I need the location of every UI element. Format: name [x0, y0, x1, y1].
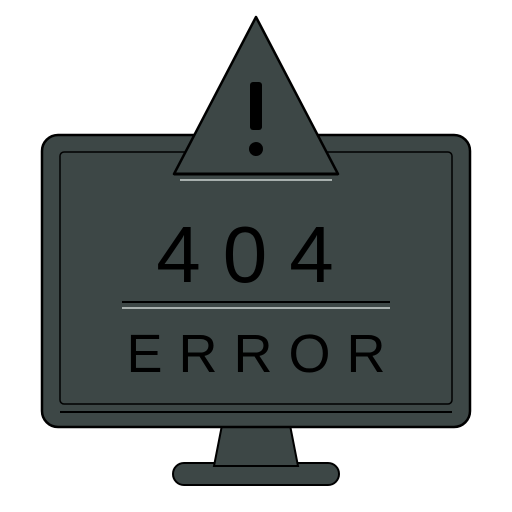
warning-triangle-icon [172, 15, 340, 181]
error-code: 404 [156, 210, 355, 299]
error-404-illustration: 404 ERROR [0, 0, 512, 512]
error-word: ERROR [126, 324, 401, 384]
monitor-icon: 404 ERROR [40, 15, 472, 486]
